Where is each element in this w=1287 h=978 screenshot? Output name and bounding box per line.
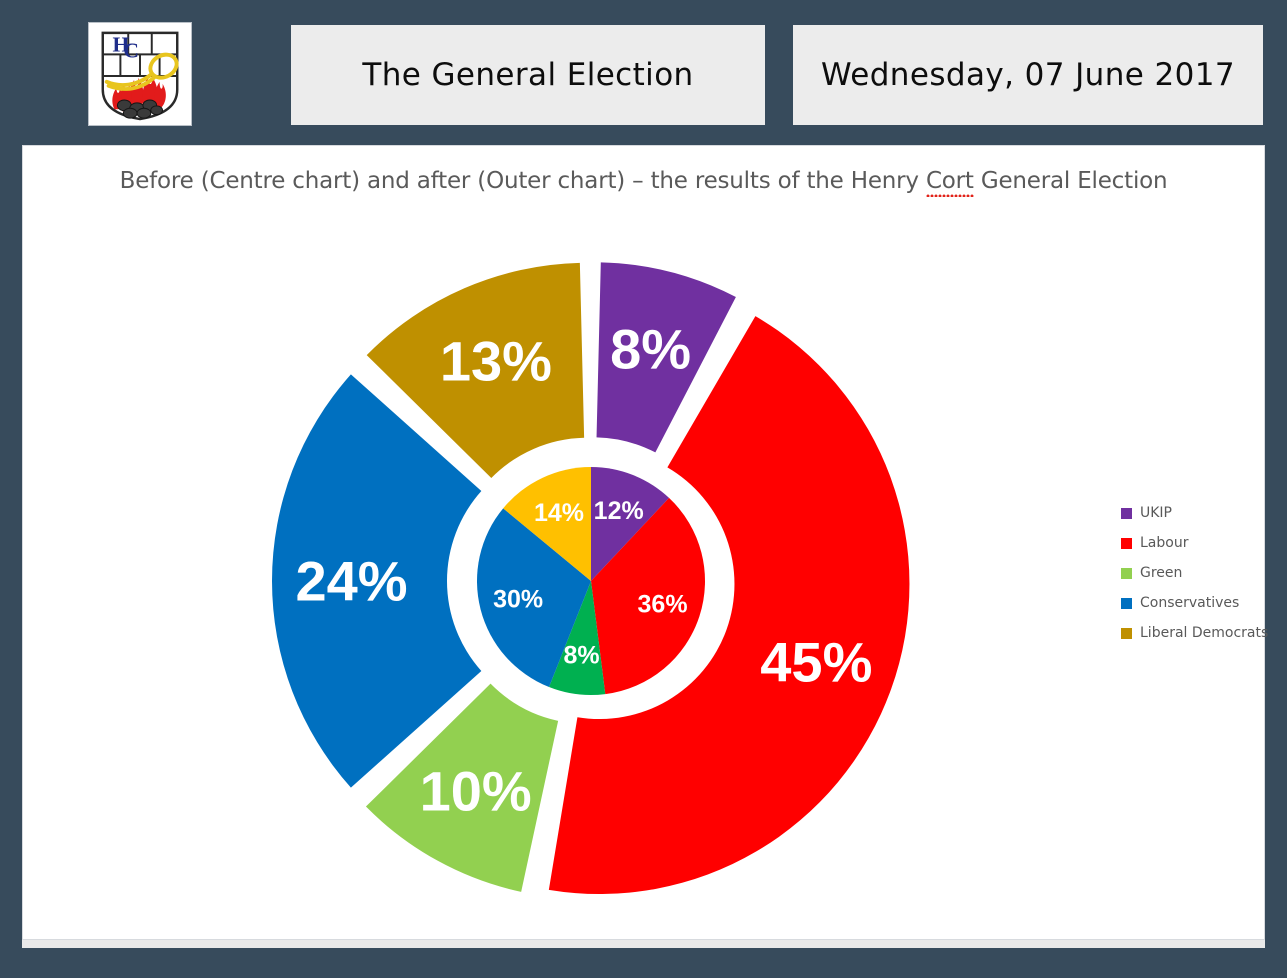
legend-swatch-ukip xyxy=(1121,507,1132,519)
legend-item-labour[interactable]: Labour xyxy=(1121,528,1271,558)
legend-label-liberal-democrats: Liberal Democrats xyxy=(1140,625,1269,641)
outer-label-ukip: 8% xyxy=(610,318,691,381)
inner-label-green: 8% xyxy=(563,642,599,670)
legend-item-ukip[interactable]: UKIP xyxy=(1121,498,1271,528)
presentation-title-box: The General Election xyxy=(291,25,765,125)
legend-label-ukip: UKIP xyxy=(1140,505,1172,521)
inner-label-ukip: 12% xyxy=(594,497,644,525)
outer-label-conservatives: 24% xyxy=(295,550,407,613)
legend-swatch-green xyxy=(1121,567,1132,579)
legend-label-green: Green xyxy=(1140,565,1183,581)
legend-item-liberal-democrats[interactable]: Liberal Democrats xyxy=(1121,618,1271,648)
legend-item-green[interactable]: Green xyxy=(1121,558,1271,588)
presentation-date-box: Wednesday, 07 June 2017 xyxy=(793,25,1263,125)
page-header: H C The General Election Wednesday, 07 J… xyxy=(0,0,1287,140)
school-crest-logo: H C xyxy=(88,22,192,126)
slide-content-panel: Before (Centre chart) and after (Outer c… xyxy=(22,145,1268,940)
page-title: The General Election xyxy=(362,57,694,93)
legend-label-conservatives: Conservatives xyxy=(1140,595,1240,611)
panel-bottom-strip xyxy=(22,940,1265,948)
inner-label-liberal-democrats: 14% xyxy=(534,499,584,527)
outer-label-labour: 45% xyxy=(760,631,872,694)
chart-subtitle: Before (Centre chart) and after (Outer c… xyxy=(23,168,1264,197)
legend-label-labour: Labour xyxy=(1140,535,1189,551)
chart-subtitle-part2: General Election xyxy=(973,168,1168,194)
svg-text:C: C xyxy=(123,38,139,62)
chart-subtitle-part1: Before (Centre chart) and after (Outer c… xyxy=(119,168,926,194)
henry-cort-crest-icon: H C xyxy=(101,31,179,121)
chart-legend: UKIP Labour Green Conservatives Liberal … xyxy=(1121,498,1271,648)
date-label: Wednesday, 07 June 2017 xyxy=(821,57,1235,93)
double-donut-chart: 8% 45% 10% 24% 13% 12% 36% 8% 30% 14% xyxy=(261,251,921,911)
chart-svg: 8% 45% 10% 24% 13% 12% 36% 8% 30% 14% xyxy=(271,262,910,895)
legend-swatch-labour xyxy=(1121,537,1132,549)
chart-subtitle-misspelled-word: Cort xyxy=(925,168,974,197)
legend-swatch-liberal-democrats xyxy=(1121,627,1132,639)
legend-swatch-conservatives xyxy=(1121,597,1132,609)
legend-item-conservatives[interactable]: Conservatives xyxy=(1121,588,1271,618)
outer-label-green: 10% xyxy=(420,759,532,822)
inner-label-labour: 36% xyxy=(638,590,688,618)
inner-label-conservatives: 30% xyxy=(493,586,543,614)
outer-label-liberal-democrats: 13% xyxy=(440,330,552,393)
